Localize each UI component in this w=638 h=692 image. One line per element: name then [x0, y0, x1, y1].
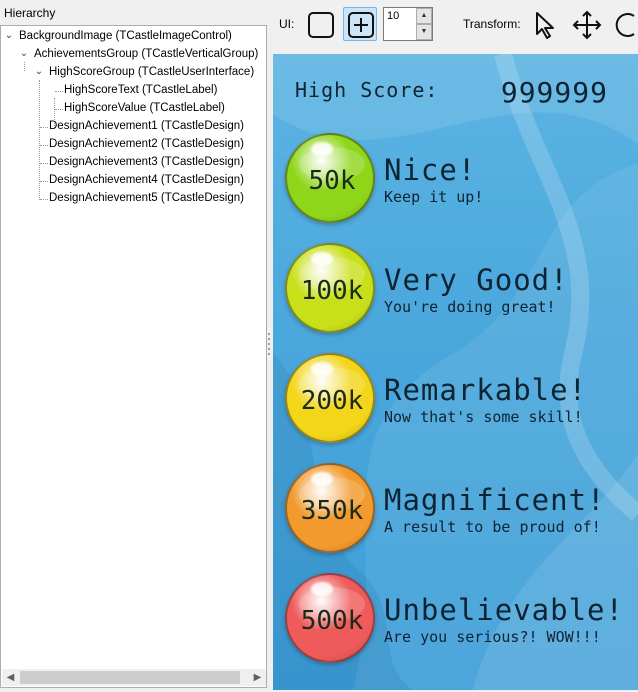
achievement-orb: 50k: [285, 133, 375, 223]
achievement-threshold: 100k: [300, 276, 364, 306]
snap-spin-edit[interactable]: 10 ▲ ▼: [383, 7, 433, 41]
achievement-4: 350k Magnificent! A result to be proud o…: [285, 463, 635, 555]
horizontal-scrollbar[interactable]: ◀ ▶: [2, 669, 266, 686]
tree-connector: [40, 199, 48, 200]
achievement-5: 500k Unbelievable! Are you serious?! WOW…: [285, 573, 635, 665]
game-viewport[interactable]: High Score: 999999 50k Nice! Keep it up!…: [273, 54, 638, 690]
rotate-tool-button[interactable]: [609, 7, 638, 41]
tree-connector: [39, 80, 40, 200]
tree-connector: [40, 163, 48, 164]
achievement-subtitle: You're doing great!: [384, 298, 556, 316]
achievement-subtitle: Are you serious?! WOW!!!: [384, 628, 601, 646]
spin-down-icon[interactable]: ▼: [416, 24, 432, 40]
achievement-orb: 200k: [285, 353, 375, 443]
tree-connector: [55, 91, 63, 92]
ui-label: UI:: [279, 17, 295, 31]
ui-mode-rect-button[interactable]: [303, 7, 337, 41]
hierarchy-tree[interactable]: ⌄ BackgroundImage (TCastleImageControl) …: [0, 25, 267, 688]
achievement-subtitle: Keep it up!: [384, 188, 484, 206]
achievement-threshold: 200k: [300, 386, 364, 416]
collapse-chevron-icon[interactable]: ⌄: [19, 45, 29, 63]
castle-editor-window: Hierarchy ⌄ BackgroundImage (TCastleImag…: [0, 0, 638, 692]
tree-item-high-score-group[interactable]: HighScoreGroup (TCastleUserInterface): [49, 63, 254, 81]
spin-up-icon[interactable]: ▲: [416, 8, 432, 24]
tree-connector: [40, 127, 48, 128]
square-icon: [308, 12, 334, 38]
achievement-threshold: 50k: [308, 166, 356, 196]
achievement-title: Remarkable!: [384, 373, 588, 407]
move-tool-button[interactable]: [569, 7, 603, 41]
achievement-threshold: 350k: [300, 496, 364, 526]
select-tool-button[interactable]: [529, 7, 563, 41]
tree-connector: [55, 109, 63, 110]
tree-item-design-achievement-4[interactable]: DesignAchievement4 (TCastleDesign): [49, 171, 244, 189]
tree-item-design-achievement-1[interactable]: DesignAchievement1 (TCastleDesign): [49, 117, 244, 135]
tree-item-background-image[interactable]: BackgroundImage (TCastleImageControl): [19, 27, 232, 45]
snap-value[interactable]: 10: [387, 10, 399, 22]
panel-splitter[interactable]: [268, 330, 271, 360]
tree-item-achievements-group[interactable]: AchievementsGroup (TCastleVerticalGroup): [34, 45, 258, 63]
select-arrow-icon: [536, 12, 554, 39]
ui-mode-add-button[interactable]: [343, 7, 377, 41]
achievement-subtitle: A result to be proud of!: [384, 518, 601, 536]
scrollbar-thumb[interactable]: [20, 671, 240, 684]
collapse-chevron-icon[interactable]: ⌄: [4, 27, 14, 45]
tree-item-high-score-value[interactable]: HighScoreValue (TCastleLabel): [64, 99, 225, 117]
achievement-threshold: 500k: [300, 606, 364, 636]
achievement-title: Nice!: [384, 153, 477, 187]
tree-connector: [40, 181, 48, 182]
achievement-1: 50k Nice! Keep it up!: [285, 133, 635, 225]
achievement-title: Magnificent!: [384, 483, 606, 517]
move-icon: [572, 10, 602, 40]
achievement-subtitle: Now that's some skill!: [384, 408, 583, 426]
tree-item-design-achievement-3[interactable]: DesignAchievement3 (TCastleDesign): [49, 153, 244, 171]
tree-connector: [24, 62, 25, 71]
transform-label: Transform:: [463, 17, 521, 31]
achievement-title: Very Good!: [384, 263, 569, 297]
tree-item-design-achievement-5[interactable]: DesignAchievement5 (TCastleDesign): [49, 189, 244, 207]
high-score-value: 999999: [500, 76, 608, 109]
scroll-left-icon[interactable]: ◀: [2, 669, 19, 686]
hierarchy-title: Hierarchy: [4, 6, 56, 20]
achievement-orb: 500k: [285, 573, 375, 663]
achievement-title: Unbelievable!: [384, 593, 624, 627]
achievement-3: 200k Remarkable! Now that's some skill!: [285, 353, 635, 445]
tree-item-design-achievement-2[interactable]: DesignAchievement2 (TCastleDesign): [49, 135, 244, 153]
tree-item-high-score-text[interactable]: HighScoreText (TCastleLabel): [64, 81, 217, 99]
rotate-icon: [615, 13, 635, 37]
high-score-text: High Score:: [295, 78, 439, 102]
tree-connector: [40, 145, 48, 146]
square-plus-icon: [348, 12, 374, 38]
achievement-2: 100k Very Good! You're doing great!: [285, 243, 635, 335]
achievement-orb: 100k: [285, 243, 375, 333]
scroll-right-icon[interactable]: ▶: [249, 669, 266, 686]
achievement-orb: 350k: [285, 463, 375, 553]
collapse-chevron-icon[interactable]: ⌄: [34, 63, 44, 81]
